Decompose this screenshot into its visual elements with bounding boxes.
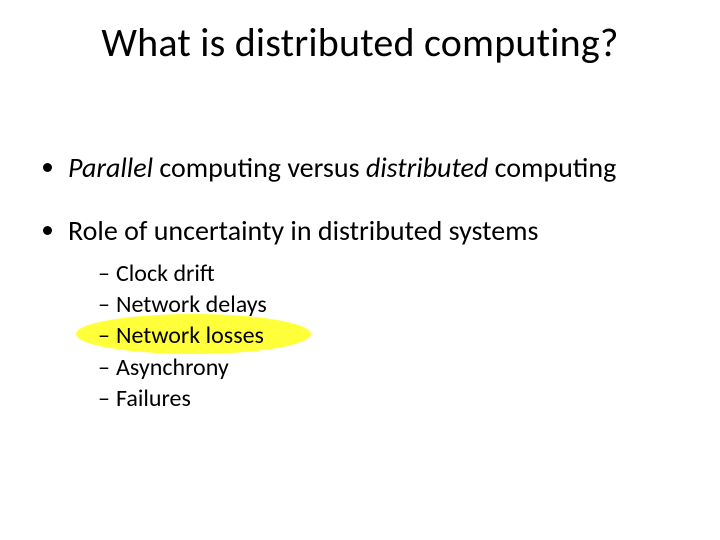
- sub-network-losses: –Network losses: [98, 320, 680, 351]
- word-distributed: distributed: [366, 150, 488, 185]
- bullet-list: Parallel computing versus distributed co…: [40, 150, 680, 414]
- slide: What is distributed computing? Parallel …: [0, 0, 720, 540]
- sub-clock-drift: –Clock drift: [98, 258, 680, 289]
- sub-network-delays: –Network delays: [98, 289, 680, 320]
- text-mid: computing versus: [153, 150, 366, 185]
- slide-body: Parallel computing versus distributed co…: [40, 150, 680, 442]
- bullet-uncertainty: Role of uncertainty in distributed syste…: [68, 213, 680, 414]
- word-parallel: Parallel: [68, 150, 153, 185]
- sub-failures: –Failures: [98, 383, 680, 414]
- bullet-uncertainty-text: Role of uncertainty in distributed syste…: [68, 213, 539, 248]
- sub-asynchrony: –Asynchrony: [98, 352, 680, 383]
- bullet-parallel-vs-distributed: Parallel computing versus distributed co…: [68, 150, 680, 185]
- slide-title: What is distributed computing?: [0, 18, 720, 67]
- sub-list: –Clock drift –Network delays –Network lo…: [68, 258, 680, 414]
- text-tail: computing: [488, 150, 616, 185]
